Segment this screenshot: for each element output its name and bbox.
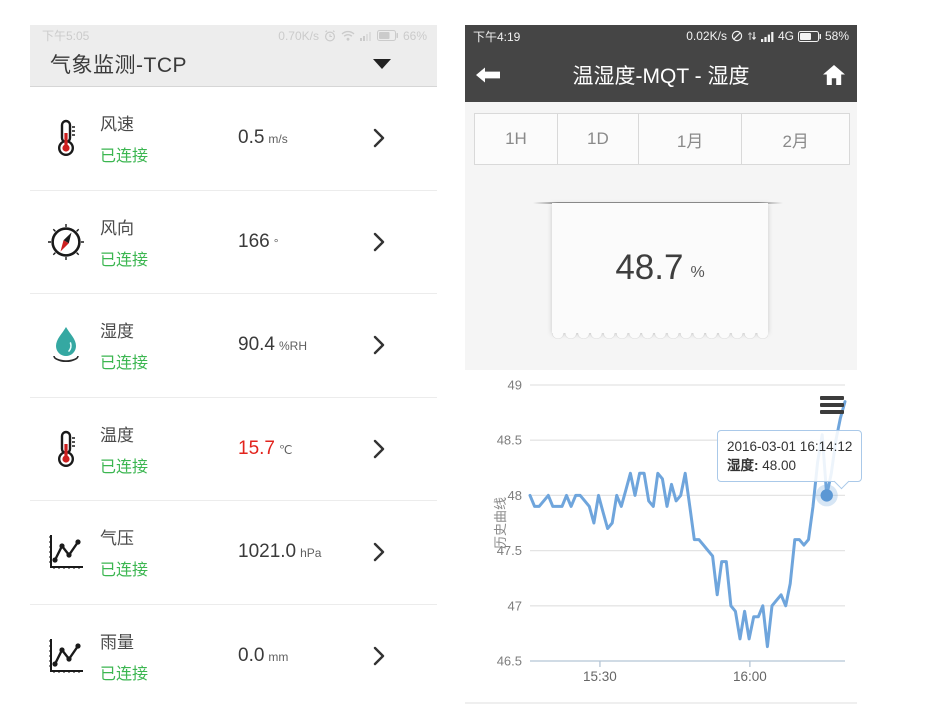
alarm-clock-icon <box>324 30 336 42</box>
thermometer-icon <box>46 430 86 468</box>
sensor-name: 温度 <box>100 421 148 446</box>
mute-icon <box>731 30 743 42</box>
sensor-list: 风速 已连接 0.5 m/s 风向 已连接 166 ° <box>30 87 437 707</box>
sensor-row-winddir[interactable]: 风向 已连接 166 ° <box>30 191 437 295</box>
sensor-name: 雨量 <box>100 628 148 653</box>
sensor-status: 已连接 <box>100 246 148 270</box>
svg-text:48.5: 48.5 <box>497 433 522 448</box>
chevron-right-icon <box>373 542 385 562</box>
status-battery-pct: 58% <box>825 29 849 43</box>
status-net-speed: 0.02K/s <box>686 29 727 43</box>
weather-monitor-screen: 下午5:05 0.70K/s 66% 气象监测-TCP 风速 已连接 <box>30 25 437 702</box>
sensor-row-windspeed[interactable]: 风速 已连接 0.5 m/s <box>30 87 437 191</box>
wifi-icon <box>341 30 355 41</box>
sensor-row-rainfall[interactable]: 雨量 已连接 0.0 mm <box>30 605 437 707</box>
signal-icon <box>761 31 774 42</box>
compass-icon <box>46 223 86 261</box>
home-icon[interactable] <box>811 64 857 86</box>
current-value-card: 48.7 % <box>552 203 768 333</box>
svg-text:历史曲线: 历史曲线 <box>493 497 508 549</box>
status-battery-pct: 66% <box>403 29 427 43</box>
sensor-row-temperature[interactable]: 温度 已连接 15.7 ℃ <box>30 398 437 502</box>
battery-icon <box>377 30 398 41</box>
sensor-status: 已连接 <box>100 660 148 684</box>
page-title: 气象监测-TCP <box>50 49 187 79</box>
updown-arrows-icon <box>747 30 757 42</box>
thermometer-icon <box>46 119 86 157</box>
chevron-right-icon <box>373 232 385 252</box>
status-time: 下午4:19 <box>473 28 520 45</box>
tab-1month[interactable]: 1月 <box>639 114 743 164</box>
sensor-value: 0.5 m/s <box>238 127 288 149</box>
humidity-detail-screen: 下午4:19 0.02K/s 4G 58% 温湿度-MQT - 湿度 1H 1D… <box>465 25 857 702</box>
sensor-name: 气压 <box>100 524 148 549</box>
sensor-status: 已连接 <box>100 556 148 580</box>
line-chart-icon <box>46 533 86 571</box>
signal-icon <box>360 31 372 41</box>
sensor-name: 湿度 <box>100 317 148 342</box>
chevron-right-icon <box>373 439 385 459</box>
menu-icon[interactable] <box>820 396 844 417</box>
current-value: 48.7 <box>615 248 683 288</box>
nav-title: 温湿度-MQT - 湿度 <box>511 60 811 90</box>
line-chart-icon <box>46 637 86 675</box>
nav-bar: 温湿度-MQT - 湿度 <box>465 47 857 102</box>
svg-text:48: 48 <box>508 488 522 503</box>
history-chart: 4948.54847.54746.515:3016:00历史曲线 2016-03… <box>465 370 857 704</box>
left-status-bar: 下午5:05 0.70K/s 66% <box>30 25 437 45</box>
tooltip-series-label: 湿度: <box>727 458 759 473</box>
tooltip-timestamp: 2016-03-01 16:14:12 <box>727 437 852 456</box>
chevron-right-icon <box>373 335 385 355</box>
droplet-icon <box>46 325 86 365</box>
sensor-name: 风速 <box>100 110 148 135</box>
chevron-right-icon <box>373 646 385 666</box>
summary-panel: 1H 1D 1月 2月 48.7 % <box>465 102 857 370</box>
status-time: 下午5:05 <box>42 27 89 44</box>
sensor-value: 1021.0 hPa <box>238 541 321 563</box>
left-header: 下午5:05 0.70K/s 66% 气象监测-TCP <box>30 25 437 87</box>
current-unit: % <box>690 264 704 282</box>
line-chart-canvas: 4948.54847.54746.515:3016:00历史曲线 <box>465 370 857 702</box>
tooltip-value: 48.00 <box>762 458 796 473</box>
sensor-status: 已连接 <box>100 453 148 477</box>
sensor-value: 90.4 %RH <box>238 334 307 356</box>
time-range-tabs: 1H 1D 1月 2月 <box>474 113 850 165</box>
tab-2month[interactable]: 2月 <box>742 114 849 164</box>
network-type: 4G <box>778 29 794 43</box>
sensor-value: 0.0 mm <box>238 645 288 667</box>
battery-icon <box>798 31 821 42</box>
dropdown-arrow-icon[interactable] <box>373 59 391 69</box>
svg-text:47: 47 <box>508 598 522 613</box>
status-net-speed: 0.70K/s <box>278 29 319 43</box>
svg-text:49: 49 <box>508 378 522 393</box>
tab-1d[interactable]: 1D <box>558 114 639 164</box>
sensor-row-humidity[interactable]: 湿度 已连接 90.4 %RH <box>30 294 437 398</box>
sensor-value: 166 ° <box>238 231 279 253</box>
tab-1h[interactable]: 1H <box>475 114 558 164</box>
sensor-status: 已连接 <box>100 349 148 373</box>
sensor-row-pressure[interactable]: 气压 已连接 1021.0 hPa <box>30 501 437 605</box>
sensor-status: 已连接 <box>100 142 148 166</box>
right-status-bar: 下午4:19 0.02K/s 4G 58% <box>465 25 857 47</box>
svg-text:16:00: 16:00 <box>733 669 767 684</box>
back-arrow-icon[interactable] <box>465 67 511 83</box>
svg-text:46.5: 46.5 <box>497 654 522 669</box>
sensor-value: 15.7 ℃ <box>238 438 292 460</box>
svg-text:15:30: 15:30 <box>583 669 617 684</box>
chart-tooltip: 2016-03-01 16:14:12 湿度: 48.00 <box>717 430 862 482</box>
chevron-right-icon <box>373 128 385 148</box>
sensor-name: 风向 <box>100 214 148 239</box>
